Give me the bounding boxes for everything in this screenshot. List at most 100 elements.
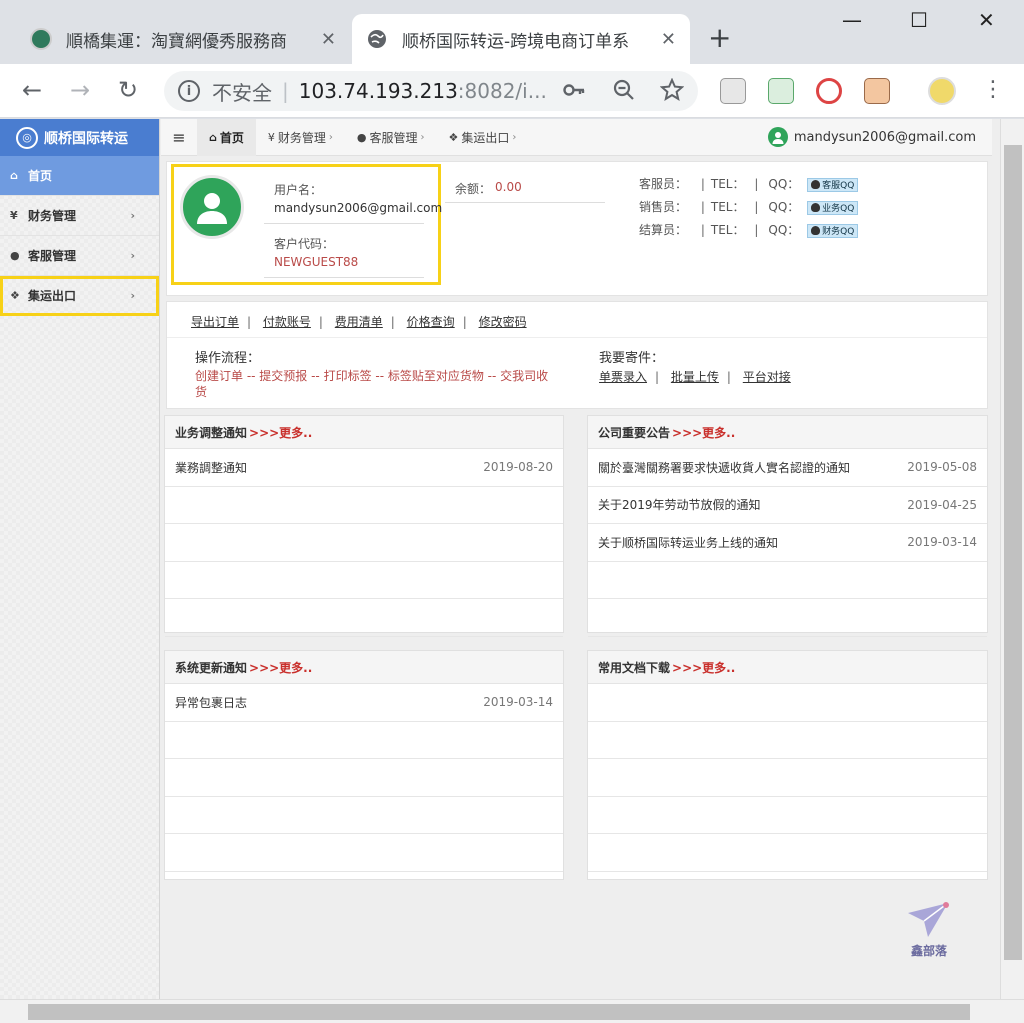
- platform-integration-link[interactable]: 平台对接: [743, 370, 791, 384]
- list-item[interactable]: 关于2019年劳动节放假的通知 2019-04-25: [588, 487, 987, 524]
- browser-tab-1[interactable]: 順橋集運：淘寶網優秀服務商 ✕: [16, 14, 350, 64]
- url-host: 103.74.193.213: [298, 79, 458, 103]
- panel-header: 公司重要公告 >>>更多..: [588, 416, 987, 449]
- export-orders-link[interactable]: 导出订单: [191, 315, 239, 329]
- more-link[interactable]: >>>更多..: [672, 659, 735, 676]
- key-icon[interactable]: [562, 78, 586, 107]
- tab-close-icon[interactable]: ✕: [321, 29, 336, 50]
- business-notice-panel: 业务调整通知 >>>更多.. 業務調整通知 2019-08-20: [164, 415, 564, 637]
- home-icon: ⌂: [209, 130, 217, 144]
- tab-label: 财务管理: [277, 130, 326, 145]
- address-bar[interactable]: i 不安全 | 103.74.193.213:8082/i...: [164, 71, 698, 111]
- process-steps: 创建订单 -- 提交预报 -- 打印标签 -- 标签贴至对应货物 -- 交我司收…: [195, 369, 549, 399]
- more-link[interactable]: >>>更多..: [249, 424, 312, 441]
- maximize-button[interactable]: ☐: [910, 8, 928, 32]
- forward-button[interactable]: →: [70, 76, 90, 104]
- notice-date: 2019-05-08: [907, 460, 977, 475]
- address-separator: |: [282, 79, 289, 103]
- scrollbar-thumb[interactable]: [28, 1004, 970, 1020]
- qq-chat-button[interactable]: 客服QQ: [807, 177, 859, 192]
- list-item[interactable]: 業務調整通知 2019-08-20: [165, 449, 563, 487]
- divider: [264, 277, 424, 278]
- tab-title: 順橋集運：淘寶網優秀服務商: [66, 31, 287, 52]
- chevron-right-icon: ›: [328, 131, 333, 143]
- chevron-right-icon: ›: [512, 131, 517, 143]
- system-update-panel: 系统更新通知 >>>更多.. 异常包裹日志 2019-03-14: [164, 650, 564, 880]
- user-email: mandysun2006@gmail.com: [793, 129, 976, 145]
- browser-menu-button[interactable]: ⋮: [982, 76, 1004, 104]
- notice-title: 关于2019年劳动节放假的通知: [598, 498, 761, 513]
- profile-avatar-icon[interactable]: [928, 77, 956, 105]
- fee-list-link[interactable]: 费用清单: [335, 315, 383, 329]
- home-icon: ⌂: [10, 169, 18, 182]
- batch-upload-link[interactable]: 批量上传: [671, 370, 719, 384]
- sidebar-item-customer-service[interactable]: ● 客服管理 ›: [0, 236, 159, 276]
- change-password-link[interactable]: 修改密码: [479, 315, 527, 329]
- list-item[interactable]: 异常包裹日志 2019-03-14: [165, 684, 563, 722]
- list-item[interactable]: 關於臺灣關務署要求快遞收貨人實名認證的通知 2019-05-08: [588, 449, 987, 487]
- notice-title: 業務調整通知: [175, 460, 248, 475]
- tab-close-icon[interactable]: ✕: [661, 29, 676, 50]
- empty-row: [165, 562, 563, 599]
- payment-account-link[interactable]: 付款账号: [263, 315, 311, 329]
- list-item[interactable]: 关于顺桥国际转运业务上线的通知 2019-03-14: [588, 524, 987, 562]
- reload-button[interactable]: ↻: [118, 76, 138, 104]
- tab-finance[interactable]: ¥ 财务管理 ›: [256, 119, 345, 156]
- panel-header: 系统更新通知 >>>更多..: [165, 651, 563, 684]
- bookmark-star-icon[interactable]: [659, 77, 685, 107]
- yen-icon: ¥: [10, 209, 18, 222]
- info-icon[interactable]: i: [178, 80, 200, 102]
- contact-qq-label: QQ：: [768, 223, 800, 237]
- sidebar-item-consolidated-export[interactable]: ❖ 集运出口 ›: [0, 276, 159, 316]
- extension-icon[interactable]: [720, 78, 746, 104]
- extension-colorful-icon[interactable]: [816, 78, 842, 104]
- globe-icon: [366, 28, 388, 50]
- close-window-button[interactable]: ✕: [978, 8, 995, 32]
- yen-icon: ¥: [267, 130, 275, 144]
- divider: [167, 337, 987, 338]
- tab-customer-service[interactable]: ● 客服管理 ›: [345, 119, 437, 156]
- menu-toggle-icon[interactable]: ≡: [161, 128, 197, 147]
- security-status: 不安全: [212, 80, 272, 105]
- company-announcement-panel: 公司重要公告 >>>更多.. 關於臺灣關務署要求快遞收貨人實名認證的通知 2019…: [587, 415, 988, 637]
- qq-chat-button[interactable]: 业务QQ: [807, 200, 859, 215]
- scrollbar-thumb[interactable]: [1004, 145, 1022, 960]
- notice-date: 2019-08-20: [483, 460, 553, 475]
- notice-title: 异常包裹日志: [175, 695, 248, 710]
- chevron-right-icon: ›: [130, 249, 135, 262]
- more-link[interactable]: >>>更多..: [249, 659, 312, 676]
- user-menu[interactable]: mandysun2006@gmail.com: [767, 127, 976, 147]
- price-query-link[interactable]: 价格查询: [407, 315, 455, 329]
- notice-title: 關於臺灣關務署要求快遞收貨人實名認證的通知: [598, 460, 851, 475]
- sidebar: ◎ 顺桥国际转运 ⌂ 首页 ¥ 财务管理 › ● 客服管理 › ❖ 集运出口 ›: [0, 119, 160, 999]
- more-link[interactable]: >>>更多..: [672, 424, 735, 441]
- browser-tab-2-active[interactable]: 顺桥国际转运-跨境电商订单系 ✕: [352, 14, 690, 64]
- cubes-icon: ❖: [10, 289, 20, 302]
- single-entry-link[interactable]: 单票录入: [599, 370, 647, 384]
- sidebar-item-home[interactable]: ⌂ 首页: [0, 156, 159, 196]
- tab-home[interactable]: ⌂ 首页: [197, 119, 256, 156]
- minimize-button[interactable]: —: [842, 8, 862, 32]
- tab-consolidated-export[interactable]: ❖ 集运出口 ›: [437, 119, 529, 156]
- extension-character-icon[interactable]: [864, 78, 890, 104]
- contact-row-billing: 结算员： | TEL： | QQ： 财务QQ: [639, 221, 859, 238]
- contact-role: 结算员：: [639, 223, 688, 237]
- qq-chat-button[interactable]: 财务QQ: [807, 223, 859, 238]
- sidebar-item-finance[interactable]: ¥ 财务管理 ›: [0, 196, 159, 236]
- back-button[interactable]: ←: [22, 76, 42, 104]
- tab-label: 集运出口: [461, 130, 510, 145]
- empty-row: [165, 524, 563, 562]
- empty-row: [588, 562, 987, 599]
- new-tab-button[interactable]: +: [708, 22, 731, 54]
- extension-mail-icon[interactable]: [768, 78, 794, 104]
- page-viewport: ◎ 顺桥国际转运 ⌂ 首页 ¥ 财务管理 › ● 客服管理 › ❖ 集运出口 ›…: [0, 119, 1024, 1023]
- brand-header[interactable]: ◎ 顺桥国际转运: [0, 119, 159, 156]
- horizontal-scrollbar[interactable]: [0, 999, 1024, 1023]
- contact-role: 客服员：: [639, 177, 688, 191]
- vertical-scrollbar[interactable]: [1000, 119, 1024, 999]
- top-navbar: ≡ ⌂ 首页 ¥ 财务管理 › ● 客服管理 › ❖ 集运出口 › mandys…: [161, 119, 992, 156]
- contact-qq-label: QQ：: [768, 200, 800, 214]
- qq-penguin-icon: [811, 203, 821, 212]
- panel-title: 系统更新通知: [175, 660, 248, 675]
- zoom-out-icon[interactable]: [612, 78, 636, 107]
